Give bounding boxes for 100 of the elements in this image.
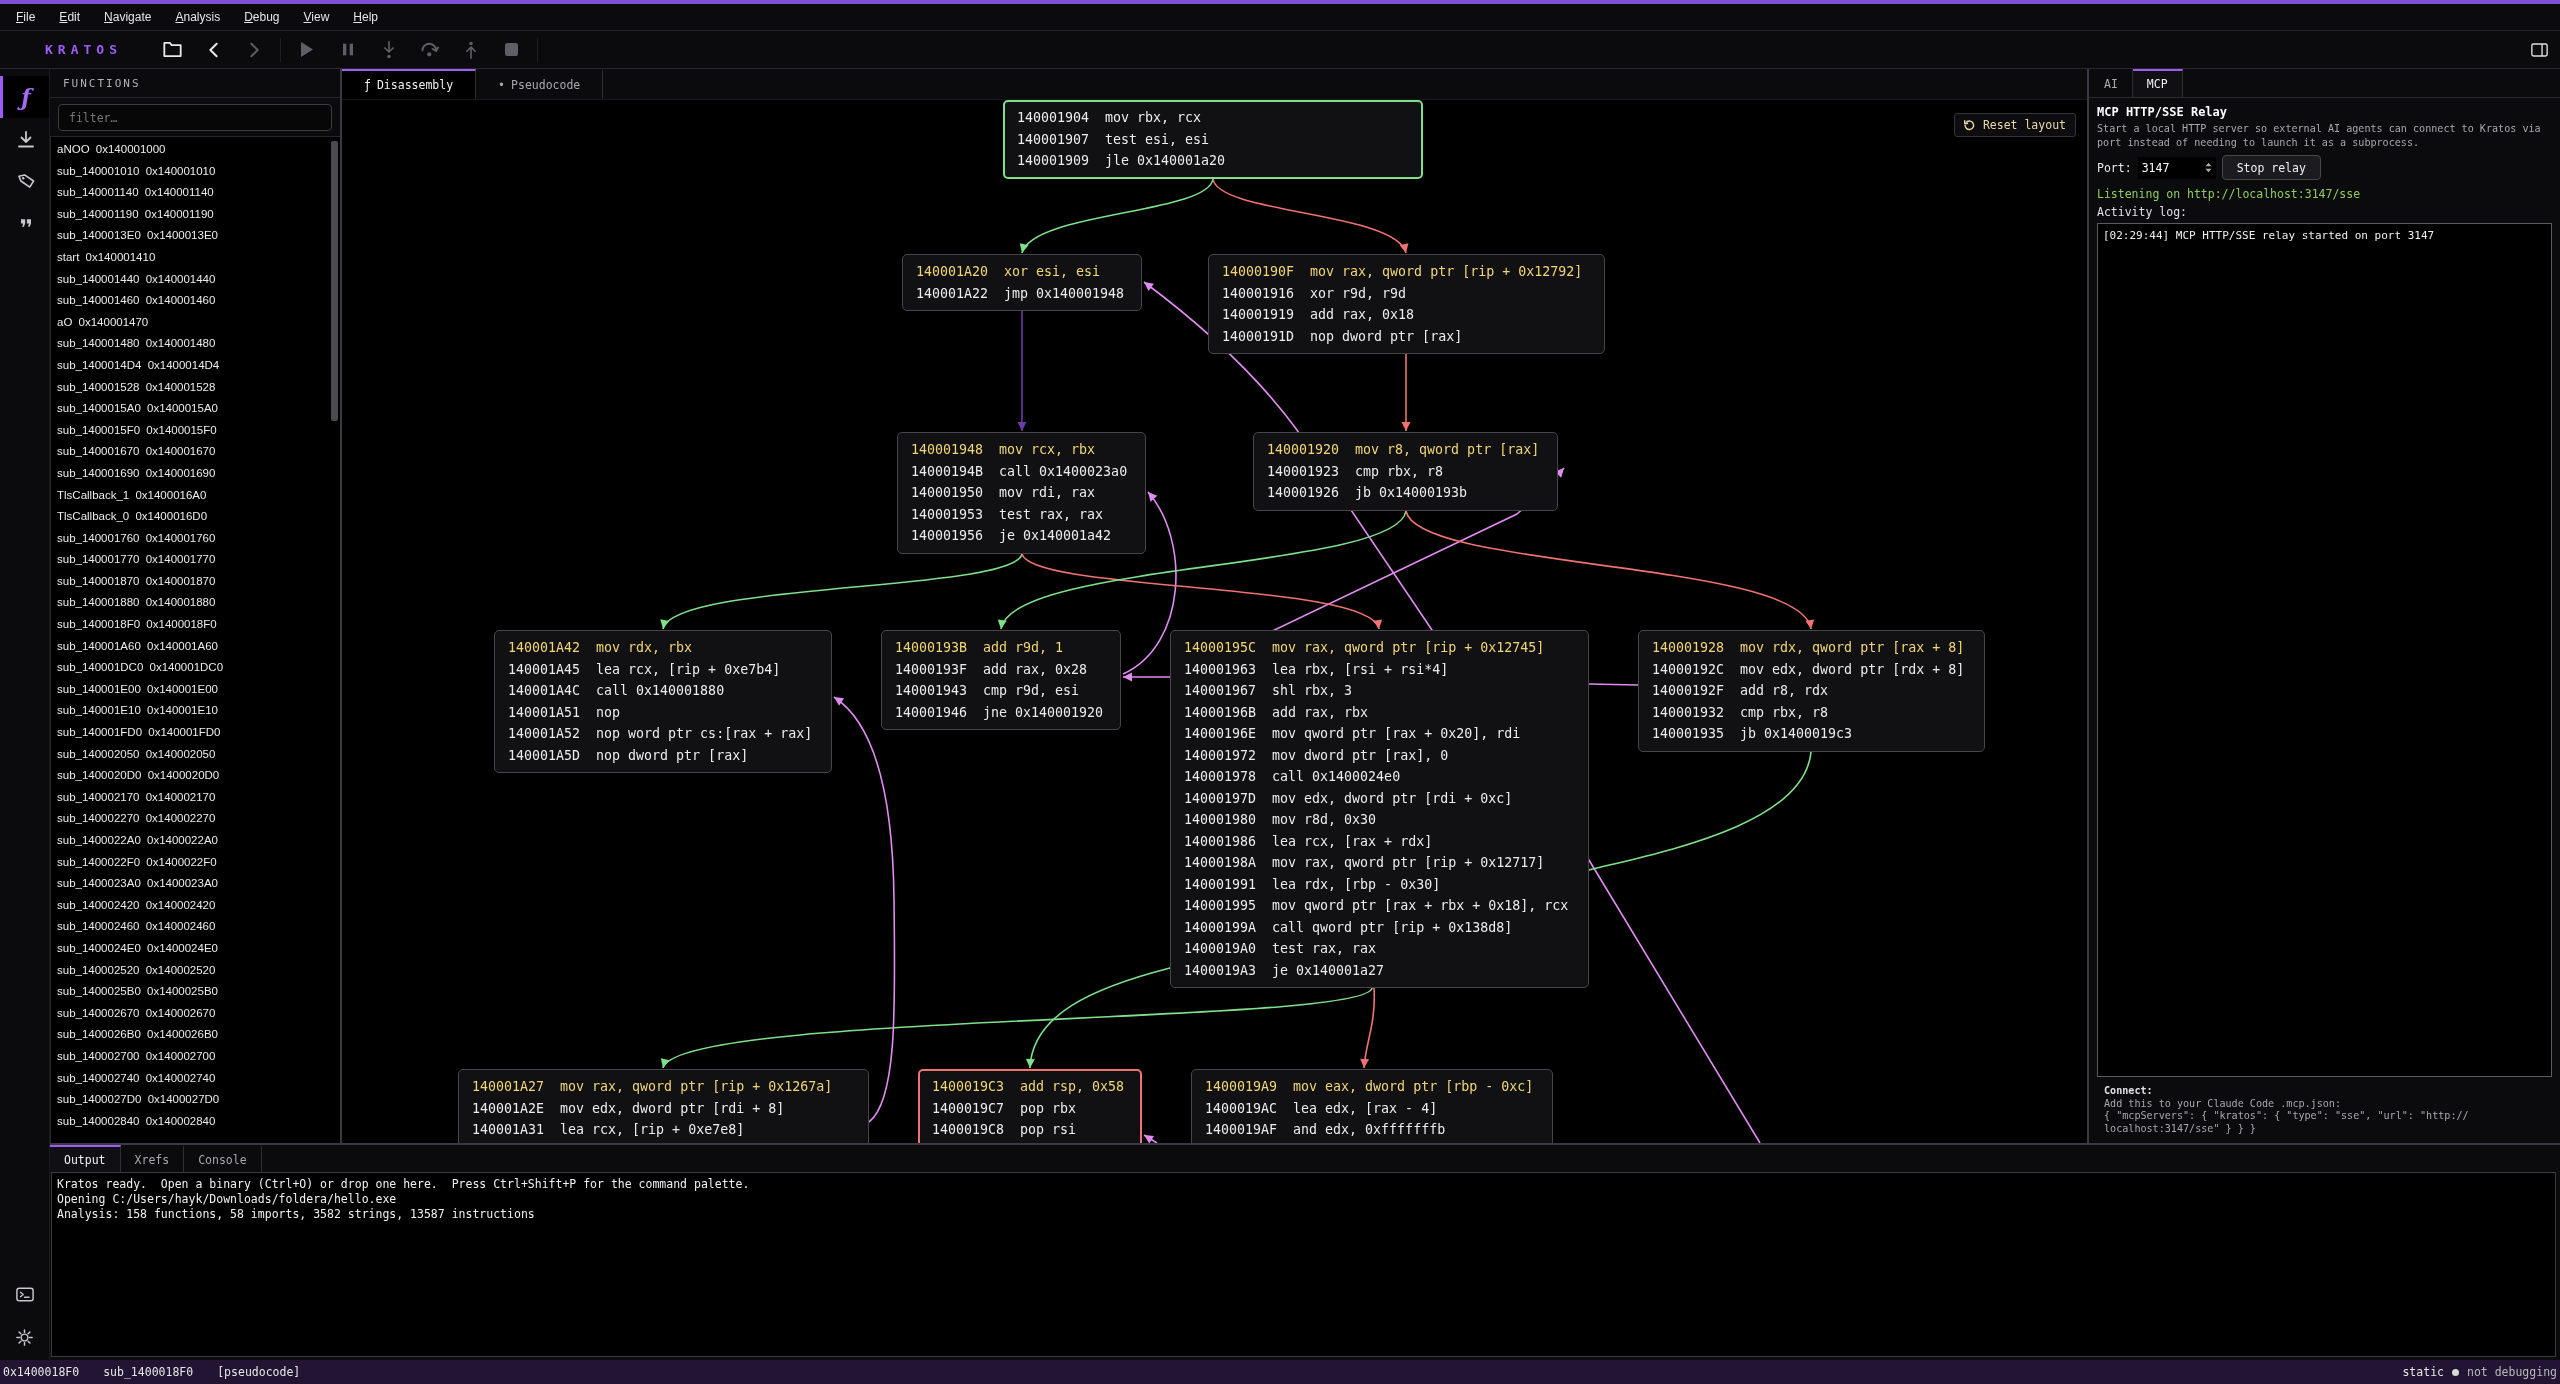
instruction-address: 14000196E (1184, 725, 1257, 743)
function-item[interactable]: sub_1400022A0 0x1400022A0 (51, 830, 218, 852)
back-icon[interactable] (209, 41, 218, 58)
function-item[interactable]: sub_140002170 0x140002170 (51, 786, 216, 809)
menu-item[interactable]: File (4, 10, 48, 24)
instruction-address: 140001919 (1222, 306, 1295, 324)
menu-item[interactable]: View (291, 10, 342, 24)
connect-hint: Add this to your Claude Code .mcp.json: (2104, 1097, 2342, 1110)
instruction-text: lea edx, [rax - 4] (1293, 1100, 1438, 1116)
function-item[interactable]: TlsCallback_0 0x1400016D0 (51, 506, 208, 528)
instruction-text: mov rcx, rbx (999, 442, 1096, 457)
function-item[interactable]: sub_140002670 0x140002670 (51, 1002, 216, 1025)
function-item[interactable]: sub_140001010 0x140001010 (51, 160, 216, 183)
function-item[interactable]: sub_140001480 0x140001480 (51, 333, 216, 355)
menu-item[interactable]: Debug (232, 10, 292, 24)
function-item[interactable]: sub_140001770 0x140001770 (51, 549, 216, 571)
menu-item[interactable]: Help (341, 10, 390, 24)
function-item[interactable]: sub_140001760 0x140001760 (51, 527, 216, 550)
function-item[interactable]: sub_1400026B0 0x1400026B0 (51, 1024, 218, 1046)
connector-line (1588, 683, 1639, 686)
instruction-address: 140001943 (895, 682, 968, 700)
function-item[interactable]: sub_1400014D4 0x1400014D4 (51, 354, 220, 377)
instruction-text: nop dword ptr [rax] (596, 747, 749, 763)
status-address: 0x1400018F0 (3, 1365, 80, 1379)
instruction-text: pop rbx (1020, 1100, 1077, 1116)
reset-layout-button[interactable]: Reset layout (1953, 113, 2076, 137)
instruction-address: 14000191D (1222, 327, 1295, 346)
instruction-address: 140001A5D (508, 746, 581, 765)
function-item[interactable]: sub_140001870 0x140001870 (51, 570, 216, 593)
function-item[interactable]: aNOO 0x140001000 (51, 139, 166, 161)
instruction-text: call 0x1400024e0 (1272, 769, 1401, 784)
function-item[interactable]: sub_1400013E0 0x1400013E0 (51, 225, 218, 247)
function-item[interactable]: sub_140001880 0x140001880 (51, 592, 216, 615)
port-field[interactable]: 3147 (2137, 156, 2216, 179)
function-item[interactable]: sub_140002270 0x140002270 (51, 808, 216, 830)
instruction-address: 140001A42 (508, 639, 581, 657)
instruction-address: 1400019AC (1205, 1099, 1278, 1118)
function-item[interactable]: sub_1400027D0 0x1400027D0 (51, 1089, 220, 1111)
scrollbar-thumb[interactable] (331, 141, 338, 421)
function-item[interactable]: sub_140001460 0x140001460 (51, 290, 216, 312)
function-item[interactable]: sub_140002420 0x140002420 (51, 894, 216, 917)
filter-field[interactable]: filter… (58, 104, 332, 131)
function-item[interactable]: sub_140001E10 0x140001E10 (51, 700, 218, 723)
spinner-icon[interactable] (2204, 162, 2212, 173)
instruction-address: 14000198A (1184, 854, 1257, 872)
function-item[interactable]: sub_1400024E0 0x1400024E0 (51, 937, 218, 960)
tag-icon (17, 173, 35, 189)
function-item[interactable]: sub_140002740 0x140002740 (51, 1067, 216, 1090)
instruction-text: mov rdx, qword ptr [rax + 8] (1740, 640, 1965, 655)
menu-item[interactable]: Edit (47, 10, 93, 24)
menu-item[interactable]: Analysis (163, 10, 233, 24)
function-item[interactable]: sub_140001528 0x140001528 (51, 376, 216, 399)
instruction-address: 140001A27 (472, 1078, 545, 1096)
function-item[interactable]: sub_140001A60 0x140001A60 (51, 635, 218, 658)
function-item[interactable]: sub_140001670 0x140001670 (51, 441, 216, 463)
status-debugger: not debugging (2467, 1365, 2557, 1379)
sidebar-toggle-icon[interactable] (2531, 42, 2548, 57)
function-item[interactable]: sub_140001FD0 0x140001FD0 (51, 722, 221, 744)
instruction-text: mov qword ptr [rax + 0x20], rdi (1272, 726, 1521, 741)
instruction-text: mov qword ptr [rax + rbx + 0x18], rcx (1272, 898, 1569, 913)
function-item[interactable]: sub_1400020D0 0x1400020D0 (51, 765, 220, 787)
function-item[interactable]: sub_140002050 0x140002050 (51, 743, 216, 766)
function-item[interactable]: sub_140001DC0 0x140001DC0 (51, 657, 224, 679)
function-item[interactable]: sub_140001690 0x140001690 (51, 462, 216, 485)
function-item[interactable]: sub_1400015F0 0x1400015F0 (51, 419, 217, 442)
function-item[interactable]: sub_140002520 0x140002520 (51, 959, 216, 982)
settings-icon[interactable] (16, 1329, 33, 1346)
editor-tab[interactable]: • Pseudocode (476, 69, 604, 99)
menu-item[interactable]: Navigate (92, 10, 164, 24)
instruction-text: lea rcx, [rip + 0xe7e8] (560, 1122, 745, 1137)
terminal-icon[interactable] (15, 1287, 34, 1302)
function-item[interactable]: sub_140002840 0x140002840 (51, 1110, 216, 1133)
function-item[interactable]: TlsCallback_1 0x1400016A0 (51, 484, 207, 507)
function-item[interactable]: aO 0x140001470 (51, 311, 149, 334)
function-item[interactable]: sub_140001190 0x140001190 (51, 203, 214, 226)
instruction-text: test rax, rax (1272, 941, 1377, 956)
activity-button[interactable]: ƒ (0, 76, 49, 118)
function-item[interactable]: sub_1400025B0 0x1400025B0 (51, 981, 218, 1003)
instruction-text: shl rbx, 3 (1272, 683, 1353, 698)
function-item[interactable]: start 0x140001410 (51, 246, 156, 269)
function-item[interactable]: sub_1400022F0 0x1400022F0 (51, 851, 217, 874)
panel-tab[interactable]: MCP (2132, 69, 2183, 97)
function-item[interactable]: sub_140002700 0x140002700 (51, 1045, 216, 1068)
stop-relay-button[interactable]: Stop relay (2221, 155, 2321, 180)
instruction-address: 140001A31 (472, 1121, 545, 1139)
status-dot-icon (2452, 1368, 2459, 1376)
function-item[interactable]: sub_1400015A0 0x1400015A0 (51, 398, 218, 420)
instruction-address: 140001950 (911, 484, 984, 502)
folder-icon[interactable] (163, 42, 182, 57)
instruction-address: 140001A52 (508, 725, 581, 743)
function-item[interactable]: sub_1400023A0 0x1400023A0 (51, 873, 218, 895)
function-item[interactable]: sub_140002460 0x140002460 (51, 916, 216, 938)
function-item[interactable]: sub_140001440 0x140001440 (51, 268, 216, 291)
editor-tab[interactable]: ƒ Disassembly (342, 69, 477, 99)
output-tab[interactable]: Output (50, 1145, 121, 1172)
instruction-address: 1400019A3 (1184, 961, 1257, 980)
function-item[interactable]: sub_140001140 0x140001140 (51, 182, 214, 204)
function-item[interactable]: sub_1400018F0 0x1400018F0 (51, 614, 217, 636)
panel-tab[interactable]: AI (2090, 69, 2133, 97)
function-item[interactable]: sub_140001E00 0x140001E00 (51, 678, 218, 701)
